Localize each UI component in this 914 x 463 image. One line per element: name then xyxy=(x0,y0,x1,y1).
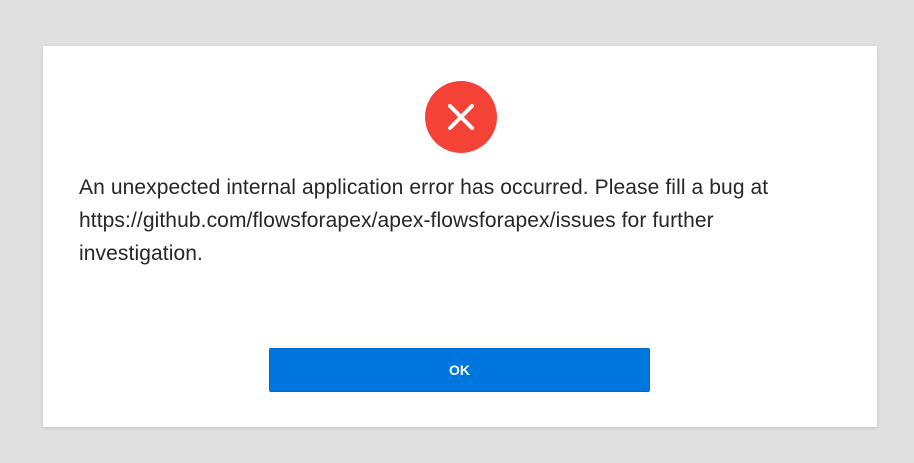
ok-button[interactable]: OK xyxy=(269,348,650,392)
error-message: An unexpected internal application error… xyxy=(79,176,769,265)
error-icon xyxy=(425,81,497,153)
close-x-icon xyxy=(448,104,474,130)
error-dialog: An unexpected internal application error… xyxy=(43,46,877,427)
